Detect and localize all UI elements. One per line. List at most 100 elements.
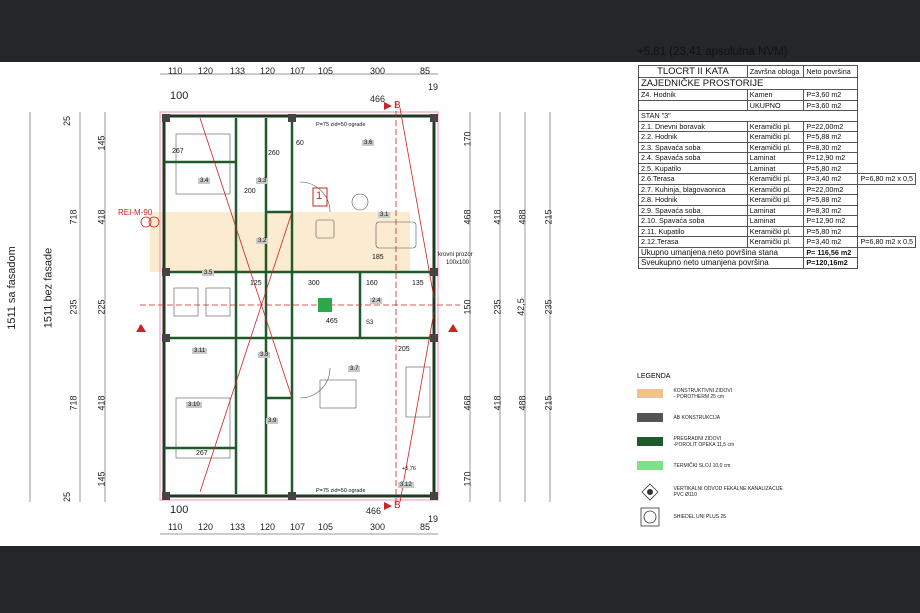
bottom-dim: 133 [230,522,246,532]
legend-item: AB KONSTRUKCIJA [637,409,837,427]
cell-area: P=5,80 m2 [803,162,859,174]
table-row: 2.9. Spavaća soba Laminat P=8,30 m2 [638,204,916,216]
table-section-row: STAN "3" [637,110,916,122]
legend-text: PVC Ø110 [673,492,697,498]
total-flat-label: Ukupno umanjena neto površina stana [637,246,805,258]
cell-finish: Keramički pl. [746,236,805,248]
stair-number: 1 [316,190,323,202]
top-dim: 110 [168,66,183,76]
cell-finish: Keramički pl. [746,131,805,143]
table-row: 2.3. Spavaća soba Keramički pl. P=8,30 m2 [638,141,916,153]
room-label: 3.5 [202,270,215,276]
cell-area: P=22,00m2 [803,120,859,132]
legend-item: TERMIČKI SLOJ 10,0 cm [637,457,837,475]
room-label: 3.9 [266,418,279,424]
right-dim: 488 [517,209,528,225]
cell-name: 2.4. Spavaća soba [638,152,748,164]
left-dim: 145 [96,135,107,151]
legend-text: - POROTHERM 25 cm [673,393,725,400]
cell-finish: Keramički pl. [746,120,805,132]
dim-100: 100 [170,90,189,102]
col-finish: Završna obloga [746,65,805,78]
total-flat-row: Ukupno umanjena neto površina stana P= 1… [637,246,916,258]
right-dim: 418 [492,395,503,411]
cell-extra [858,205,916,216]
left-dim: 718 [68,395,79,411]
cell-area: P=5,88 m2 [803,194,859,206]
right-dim: 488 [517,395,528,411]
top-dim: 120 [260,66,276,76]
cell-name: 2.3. Spavaća soba [638,141,748,153]
table-row: 2.10. Spavaća soba Laminat P=12,90 m2 [638,215,916,227]
room-label: 3.7 [348,366,361,372]
table-header-row: TLOCRT II KATA Završna obloga Neto površ… [638,65,916,78]
left-dim: 25 [62,115,73,127]
bottom-dim-2: 466 [366,506,382,516]
cell-finish: Keramički pl. [746,141,805,153]
room-label: 3.3 [256,178,269,184]
interior-dim: 200 [244,188,256,195]
total-flat-value: P= 116,56 m2 [803,246,859,258]
section-b-bottom: B [394,500,401,511]
table-row: 2.1. Dnevni boravak Keramički pl. P=22,00m… [638,120,916,132]
cell-name: 2.11. Kupatilo [638,225,748,237]
top-dim-2: 466 [370,94,386,104]
left-dim: 418 [96,395,107,411]
total-all-value: P=120,16m2 [803,257,859,269]
legend-title: LEGENDA [637,373,671,380]
floor-plan [29,73,551,535]
room-label: S3 [366,320,374,326]
cell-name: 2.10. Spavaća soba [638,215,748,227]
top-dim: 85 [420,66,431,76]
legend-swatch [637,413,663,423]
cell-extra [858,195,916,206]
cell-area: P=8,30 m2 [803,141,859,153]
table-row: 2.6.Terasa Keramički pl. P=3,40 m2 P=6,80 m… [638,173,916,185]
cell-extra [858,153,916,164]
interior-dim: 125 [250,280,262,287]
top-dim: 120 [198,66,214,76]
cell-name: 2.8. Hodnik [638,194,748,206]
bottom-dim: 105 [318,522,334,532]
cell-name [638,99,748,111]
room-label: 3.4 [198,178,211,184]
cell-area: P=22,00m2 [803,183,859,195]
cell-area: P=5,80 m2 [803,225,859,237]
interior-dim: 267 [196,450,208,457]
room-label: 3.11 [192,348,208,354]
interior-dim: 205 [398,346,410,353]
table-section-row: ZAJEDNIČKE PROSTORIJE [637,77,916,90]
room-label: 3.10 [186,402,202,408]
legend: LEGENDA KONSTRUKTIVNI ZIDOVI - POROTHERM … [637,373,837,527]
left-dim: 418 [96,209,107,225]
total-all-row: Sveukupno neto umanjena površina P=120,1… [637,257,916,269]
legend-item: VERTIKALNI ODVOD FEKALNE KANALIZACIJE PVC… [637,483,837,501]
cell-extra [858,121,916,132]
right-dim: 468 [462,395,473,411]
table-row: 2.11. Kupatilo Keramički pl. P=5,80 m2 [638,225,916,237]
right-dim: 170 [462,471,473,487]
room-label: 2.4 [370,298,383,304]
table-row: 2.4. Spavaća soba Laminat P=12,90 m2 [638,152,916,164]
cell-area: P=3,60 m2 [803,89,859,101]
cell-finish: UKUPNO [746,99,805,111]
legend-text: TERMIČKI SLOJ 10,0 cm [673,462,731,469]
left-dim: 145 [96,471,107,487]
legend-item: KONSTRUKTIVNI ZIDOVI - POROTHERM 25 cm [637,385,837,403]
bottom-dim: 120 [198,522,214,532]
bottom-dim: 110 [168,522,183,532]
cell-finish: Keramički pl. [746,194,805,206]
legend-text: SHIEDEL UNI PLUS 25 [673,514,727,521]
left-total-nofacade: 1511 bez fasade [42,247,55,329]
cell-area: P=3,40 m2 [803,173,859,185]
cell-area: P=5,88 m2 [803,131,859,143]
room-label: 3.1 [378,212,391,218]
top-dim-2: 19 [428,82,439,92]
cell-finish: Laminat [746,152,805,164]
cell-area: P=3,40 m2 [803,236,859,248]
bottom-dim-2: 19 [428,514,439,524]
section-a-right: A [450,324,457,335]
right-dim: 235 [492,299,503,315]
legend-item: PREGRADNI ZIDOVI -POROLIT OPEKA 11,5 cm [637,433,837,451]
top-dim: 300 [370,66,386,76]
